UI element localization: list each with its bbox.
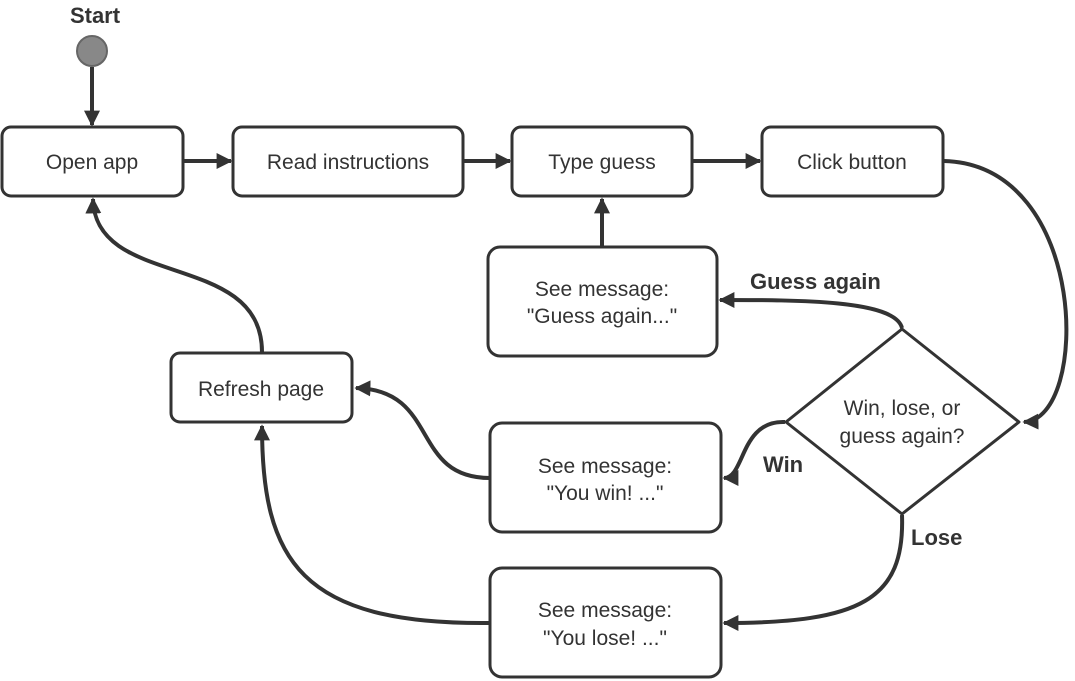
edge-label-guess-again: Guess again [750,269,881,294]
node-guess-again-message: See message: "Guess again..." [486,245,719,358]
edge-decision-guessagain [718,292,904,329]
node-open-app: Open app [0,125,185,198]
node-label: Read instructions [267,151,429,174]
node-decision: Win, lose, or guess again? [784,327,1021,516]
node-label: Type guess [548,151,655,174]
node-label: Refresh page [198,378,324,401]
node-label: Click button [797,151,907,174]
node-label-line2: "You lose! ..." [543,627,667,650]
edge-refresh-open [85,197,264,353]
edge-lose-refresh [254,424,491,626]
node-label-line2: "Guess again..." [527,305,677,328]
start-label: Start [70,3,121,28]
node-lose-message: See message: "You lose! ..." [488,566,723,679]
node-label-line2: "You win! ..." [547,482,664,505]
start-node [76,35,108,67]
node-label-line1: See message: [535,278,669,301]
node-read-instructions: Read instructions [231,125,465,198]
node-type-guess: Type guess [510,125,694,198]
node-label: Open app [46,151,138,174]
edge-decision-lose [722,514,905,631]
node-label-line1: See message: [538,599,672,622]
node-click-button: Click button [760,125,945,198]
node-refresh-page: Refresh page [169,351,354,424]
node-label-line1: See message: [538,455,672,478]
node-label-line2: guess again? [840,425,965,448]
edge-label-lose: Lose [911,525,962,550]
edge-label-win: Win [763,452,803,477]
node-win-message: See message: "You win! ..." [488,421,723,534]
node-label-line1: Win, lose, or [844,397,961,420]
flowchart: Start Open app Read instructions Type gu… [0,3,1069,679]
edge-win-refresh [354,380,491,480]
